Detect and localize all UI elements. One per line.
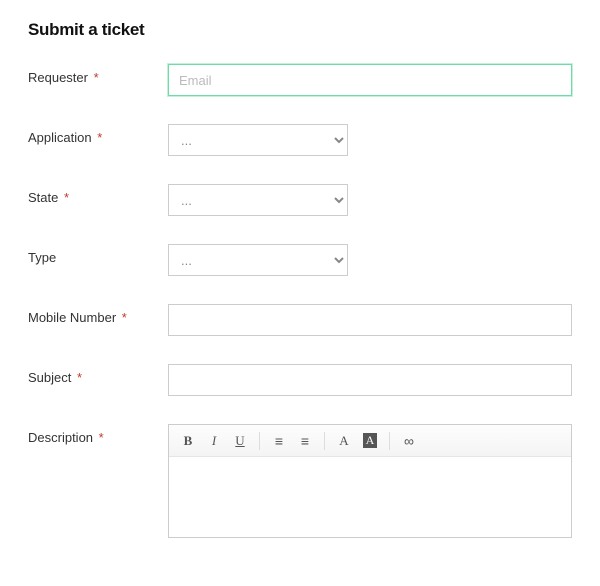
label-mobile-number: Mobile Number * bbox=[28, 304, 168, 325]
bold-button[interactable]: B bbox=[175, 429, 201, 453]
label-state: State * bbox=[28, 184, 168, 205]
required-marker: * bbox=[64, 190, 69, 205]
label-text: Application bbox=[28, 130, 92, 145]
text-color-button[interactable]: A bbox=[331, 429, 357, 453]
label-text: Requester bbox=[28, 70, 88, 85]
label-text: Description bbox=[28, 430, 93, 445]
label-requester: Requester * bbox=[28, 64, 168, 85]
application-select[interactable]: ... bbox=[168, 124, 348, 156]
underline-button[interactable]: U bbox=[227, 429, 253, 453]
row-type: Type ... bbox=[28, 244, 572, 276]
italic-button[interactable]: I bbox=[201, 429, 227, 453]
type-select[interactable]: ... bbox=[168, 244, 348, 276]
label-text: Subject bbox=[28, 370, 71, 385]
label-description: Description * bbox=[28, 424, 168, 445]
background-color-button[interactable]: A bbox=[357, 429, 383, 453]
page-title: Submit a ticket bbox=[28, 20, 572, 40]
bulleted-list-button[interactable]: ≡ bbox=[266, 429, 292, 453]
row-requester: Requester * bbox=[28, 64, 572, 96]
label-text: Mobile Number bbox=[28, 310, 116, 325]
required-marker: * bbox=[122, 310, 127, 325]
required-marker: * bbox=[77, 370, 82, 385]
state-select[interactable]: ... bbox=[168, 184, 348, 216]
required-marker: * bbox=[97, 130, 102, 145]
toolbar-separator bbox=[324, 432, 325, 450]
description-editor: B I U ≡ ≡ A A ∞ bbox=[168, 424, 572, 538]
mobile-number-input[interactable] bbox=[168, 304, 572, 336]
description-input[interactable] bbox=[169, 457, 571, 537]
required-marker: * bbox=[94, 70, 99, 85]
row-application: Application * ... bbox=[28, 124, 572, 156]
required-marker: * bbox=[99, 430, 104, 445]
toolbar-separator bbox=[259, 432, 260, 450]
requester-input[interactable] bbox=[168, 64, 572, 96]
label-type: Type bbox=[28, 244, 168, 265]
label-subject: Subject * bbox=[28, 364, 168, 385]
row-state: State * ... bbox=[28, 184, 572, 216]
label-application: Application * bbox=[28, 124, 168, 145]
toolbar-separator bbox=[389, 432, 390, 450]
numbered-list-button[interactable]: ≡ bbox=[292, 429, 318, 453]
link-button[interactable]: ∞ bbox=[396, 429, 422, 453]
row-mobile-number: Mobile Number * bbox=[28, 304, 572, 336]
row-description: Description * B I U ≡ ≡ A A ∞ bbox=[28, 424, 572, 538]
label-text: State bbox=[28, 190, 58, 205]
subject-input[interactable] bbox=[168, 364, 572, 396]
label-text: Type bbox=[28, 250, 56, 265]
row-subject: Subject * bbox=[28, 364, 572, 396]
editor-toolbar: B I U ≡ ≡ A A ∞ bbox=[169, 425, 571, 457]
